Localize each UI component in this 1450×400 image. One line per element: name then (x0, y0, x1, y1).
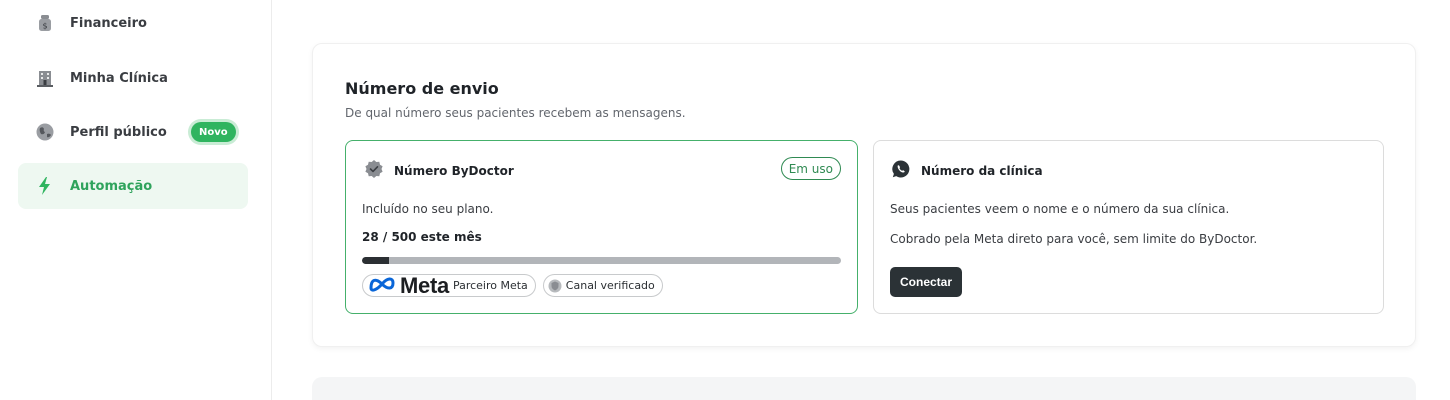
verified-label: Canal verificado (565, 279, 655, 292)
sidebar: $ Financeiro Minha Clínica Perfil públic… (0, 0, 272, 400)
option-title: Número ByDoctor (394, 164, 514, 178)
section-title: Número de envio (345, 79, 499, 98)
money-bag-icon: $ (35, 13, 55, 33)
partner-label: Parceiro Meta (452, 279, 528, 292)
globe-icon (35, 122, 55, 142)
lightning-icon (35, 176, 55, 196)
sidebar-item-label: Perfil público (70, 124, 167, 140)
option-title: Número da clínica (921, 164, 1043, 178)
building-icon (35, 68, 55, 88)
verified-seal-icon (364, 159, 384, 183)
sidebar-item-label: Financeiro (70, 15, 147, 31)
connect-button[interactable]: Conectar (890, 267, 963, 297)
whatsapp-icon (891, 159, 911, 183)
section-subtitle: De qual número seus pacientes recebem as… (345, 106, 686, 120)
svg-text:$: $ (42, 22, 47, 31)
new-badge: Novo (191, 122, 236, 142)
badges-row: Meta Parceiro Meta Canal verificado (362, 272, 663, 298)
verified-channel-chip: Canal verificado (542, 274, 663, 297)
clinic-description-line-2: Cobrado pela Meta direto para você, sem … (890, 232, 1258, 246)
meta-partner-chip: Meta Parceiro Meta (362, 272, 536, 298)
sidebar-item-minha-clinica[interactable]: Minha Clínica (18, 55, 248, 101)
option-description: Incluído no seu plano. (362, 202, 494, 216)
clinic-description-line-1: Seus pacientes veem o nome e o número da… (890, 202, 1230, 216)
meta-logo-icon (367, 275, 397, 296)
sidebar-item-label: Minha Clínica (70, 70, 168, 86)
usage-progress-bar (362, 257, 841, 264)
in-use-badge: Em uso (780, 157, 841, 180)
sidebar-item-automacao[interactable]: Automação (18, 163, 248, 209)
usage-counter: 28 / 500 este mês (362, 230, 482, 244)
clinic-number-option[interactable]: Número da clínica Seus pacientes veem o … (873, 140, 1384, 314)
clinic-option-header: Número da clínica (891, 159, 1043, 183)
shield-check-icon (548, 279, 562, 293)
bydoctor-option-header: Número ByDoctor (364, 159, 514, 183)
sidebar-item-perfil-publico[interactable]: Perfil público Novo (18, 109, 248, 155)
next-section-card (312, 377, 1416, 400)
meta-logo-text: Meta (400, 272, 449, 298)
sidebar-item-financeiro[interactable]: $ Financeiro (18, 0, 248, 46)
sidebar-item-label: Automação (70, 178, 153, 194)
bydoctor-number-option[interactable]: Número ByDoctor Em uso Incluído no seu p… (345, 140, 858, 314)
usage-progress-fill (362, 257, 389, 264)
sending-number-card: Número de envio De qual número seus paci… (312, 43, 1416, 347)
